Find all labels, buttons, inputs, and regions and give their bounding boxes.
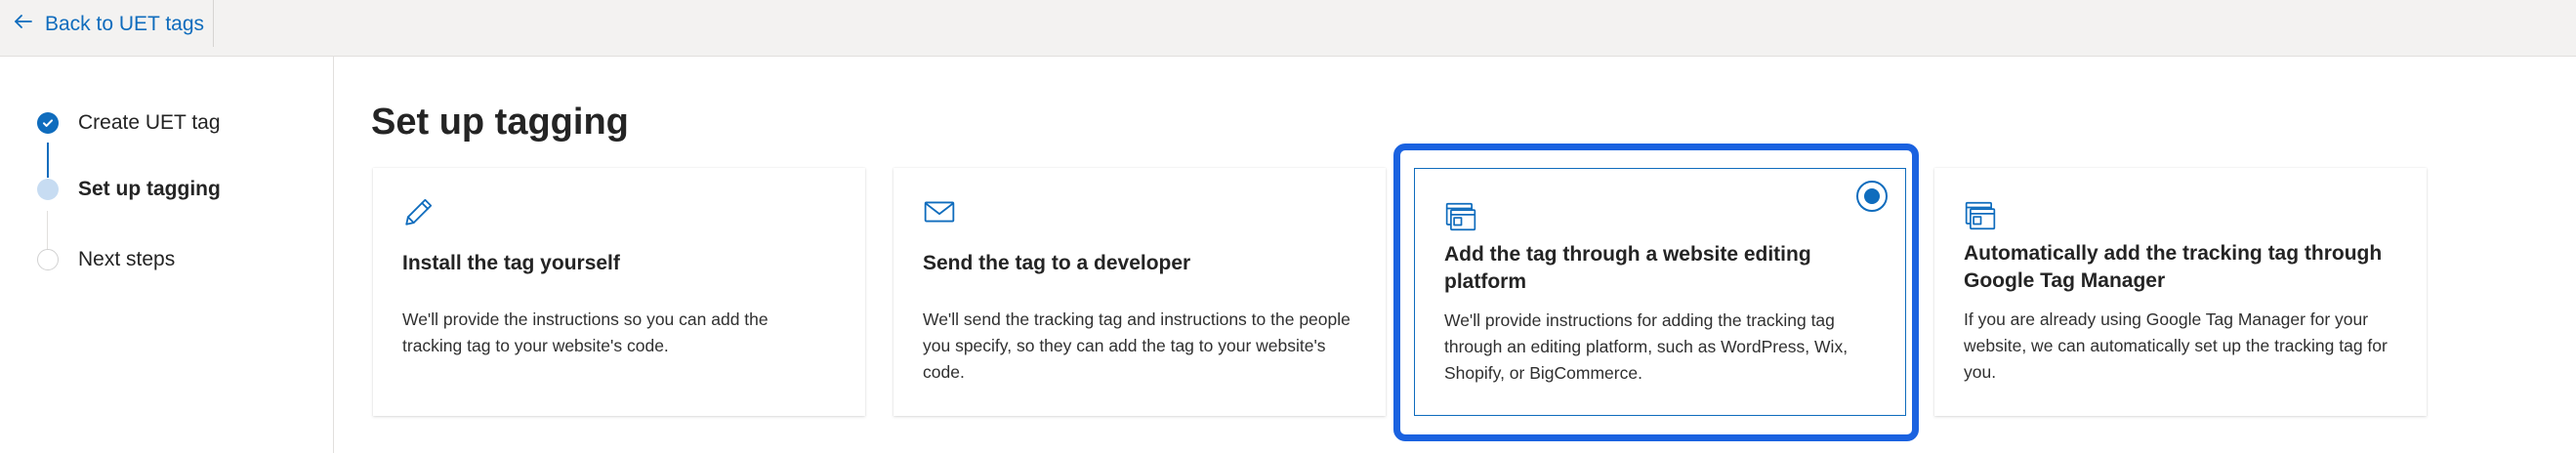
option-description: We'll provide instructions for adding th… <box>1444 310 1849 383</box>
back-to-uet-tags-link[interactable]: Back to UET tags <box>12 0 204 49</box>
option-description: If you are already using Google Tag Mana… <box>1964 309 2388 382</box>
option-card-google-tag-manager[interactable]: Automatically add the tracking tag throu… <box>1934 168 2427 416</box>
option-description: We'll provide the instructions so you ca… <box>402 309 769 355</box>
arrow-left-icon <box>12 10 35 39</box>
pending-step-dot-icon <box>37 249 59 270</box>
option-title: Add the tag through a website editing pl… <box>1444 243 1811 293</box>
option-title: Install the tag yourself <box>402 252 620 274</box>
option-card-website-editing-platform[interactable]: Add the tag through a website editing pl… <box>1414 168 1906 416</box>
progress-stepper: Create UET tag Set up tagging Next steps <box>0 57 334 453</box>
divider <box>213 0 214 47</box>
browser-windows-icon <box>1964 199 1997 232</box>
radio-selected-dot <box>1864 188 1880 204</box>
step-create-uet-tag[interactable]: Create UET tag <box>37 111 221 135</box>
step-label: Next steps <box>78 248 176 270</box>
step-connector-pending <box>47 211 48 250</box>
step-label: Create UET tag <box>78 111 221 134</box>
back-link-label: Back to UET tags <box>45 13 205 35</box>
option-description: We'll send the tracking tag and instruct… <box>923 309 1350 382</box>
step-connector-complete <box>47 143 49 178</box>
pencil-icon <box>402 195 436 228</box>
option-card-install-yourself[interactable]: Install the tag yourself We'll provide t… <box>373 168 865 416</box>
check-circle-icon <box>37 112 59 134</box>
option-card-send-to-developer[interactable]: Send the tag to a developer We'll send t… <box>893 168 1386 416</box>
current-step-dot-icon <box>37 179 59 200</box>
step-next-steps[interactable]: Next steps <box>37 248 175 271</box>
mail-icon <box>923 195 956 228</box>
browser-windows-icon <box>1444 200 1477 233</box>
step-set-up-tagging[interactable]: Set up tagging <box>37 178 221 201</box>
page-title: Set up tagging <box>371 102 629 143</box>
top-bar: Back to UET tags <box>0 0 2576 57</box>
step-label: Set up tagging <box>78 178 221 200</box>
option-title: Send the tag to a developer <box>923 252 1191 274</box>
option-title: Automatically add the tracking tag throu… <box>1964 242 2383 292</box>
radio-button-selected[interactable] <box>1856 181 1888 212</box>
